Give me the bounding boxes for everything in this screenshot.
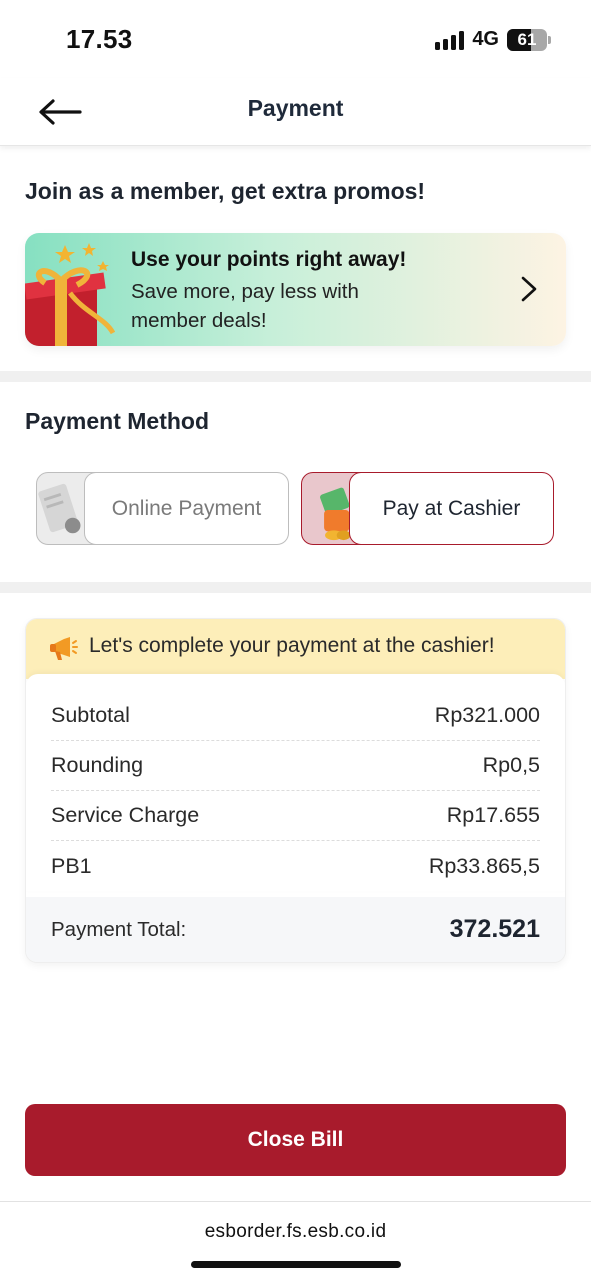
- summary-row-pb1: PB1 Rp33.865,5: [51, 841, 540, 891]
- summary-value: Rp33.865,5: [428, 853, 540, 878]
- summary-value: Rp17.655: [446, 803, 540, 827]
- payment-total-label: Payment Total:: [51, 917, 187, 941]
- payment-method-heading: Payment Method: [25, 408, 210, 434]
- section-divider: [0, 371, 591, 382]
- status-bar: 17.53 4G 61: [0, 0, 591, 78]
- payment-option-label: Online Payment: [84, 473, 288, 544]
- payment-summary-card: Let's complete your payment at the cashi…: [25, 618, 566, 963]
- payment-total-value: 372.521: [449, 915, 540, 943]
- notice-text: Let's complete your payment at the cashi…: [89, 634, 495, 657]
- member-heading: Join as a member, get extra promos!: [25, 178, 426, 204]
- member-promo-banner[interactable]: Use your points right away! Save more, p…: [25, 233, 566, 346]
- receipt-icon: [38, 483, 81, 534]
- summary-label: PB1: [51, 853, 92, 878]
- summary-row-subtotal: Subtotal Rp321.000: [51, 691, 540, 741]
- payment-option-label: Pay at Cashier: [349, 473, 553, 544]
- battery-percent: 61: [517, 29, 537, 49]
- payment-total-row: Payment Total: 372.521: [26, 897, 565, 962]
- cash-icon: [320, 487, 351, 541]
- close-bill-button[interactable]: Close Bill: [25, 1104, 566, 1176]
- page-title: Payment: [247, 95, 344, 121]
- status-indicators: 4G 61: [435, 28, 551, 51]
- summary-row-service-charge: Service Charge Rp17.655: [51, 791, 540, 841]
- banner-title: Use your points right away!: [131, 248, 407, 271]
- megaphone-icon: [50, 637, 78, 660]
- summary-value: Rp0,5: [482, 753, 540, 777]
- battery-tip: [548, 35, 551, 44]
- page-header: Payment: [0, 78, 591, 146]
- url-text[interactable]: esborder.fs.esb.co.id: [0, 1221, 591, 1243]
- browser-url-bar: esborder.fs.esb.co.id: [0, 1201, 591, 1280]
- gift-icon: [25, 243, 115, 346]
- payment-option-online[interactable]: Online Payment: [36, 472, 289, 545]
- summary-label: Service Charge: [51, 803, 200, 827]
- cashier-notice: Let's complete your payment at the cashi…: [26, 619, 565, 679]
- signal-icon: [435, 30, 465, 50]
- summary-label: Rounding: [51, 753, 144, 777]
- network-type: 4G: [472, 28, 499, 50]
- battery-icon: 61: [507, 28, 547, 51]
- payment-option-cashier[interactable]: Pay at Cashier: [301, 472, 554, 545]
- summary-row-rounding: Rounding Rp0,5: [51, 741, 540, 791]
- section-divider: [0, 582, 591, 593]
- banner-subtitle: Save more, pay less with member deals!: [131, 280, 359, 332]
- home-indicator[interactable]: [191, 1261, 401, 1268]
- summary-value: Rp321.000: [434, 703, 540, 727]
- chevron-right-icon: [521, 276, 537, 302]
- summary-lines: Subtotal Rp321.000 Rounding Rp0,5 Servic…: [26, 674, 565, 891]
- status-time: 17.53: [66, 24, 133, 54]
- summary-label: Subtotal: [51, 703, 130, 727]
